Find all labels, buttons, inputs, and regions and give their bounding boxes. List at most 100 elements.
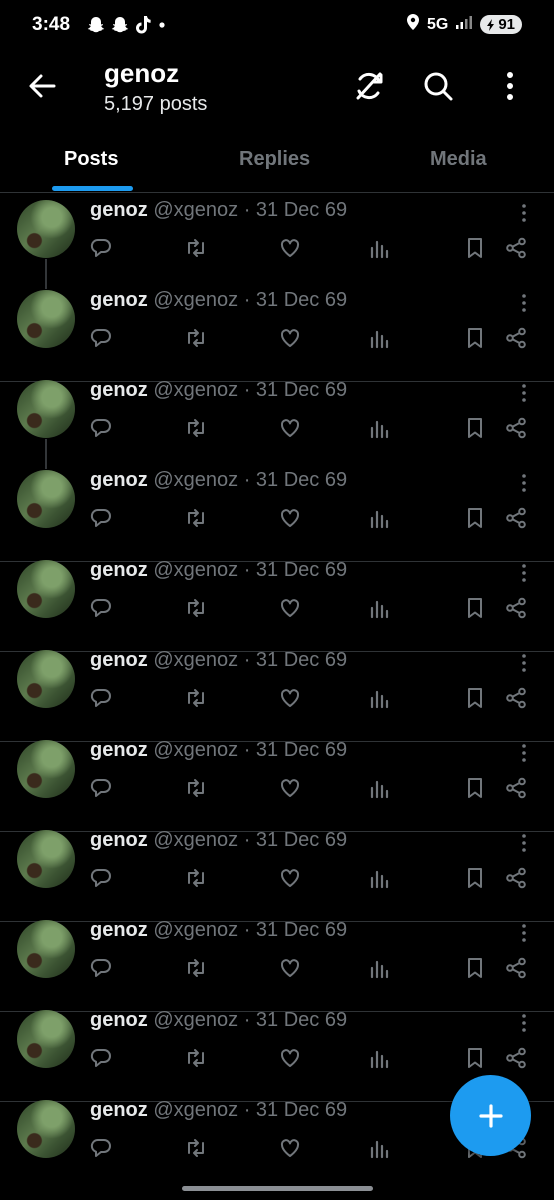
bookmark-icon[interactable] bbox=[462, 505, 488, 531]
post-more-icon[interactable] bbox=[516, 563, 532, 583]
post-more-icon[interactable] bbox=[516, 653, 532, 673]
post-item[interactable]: genoz @xgenoz · 31 Dec 69 bbox=[0, 379, 554, 471]
share-icon[interactable] bbox=[503, 775, 529, 801]
reply-icon[interactable] bbox=[88, 775, 114, 801]
bookmark-icon[interactable] bbox=[462, 415, 488, 441]
bookmark-icon[interactable] bbox=[462, 235, 488, 261]
repost-icon[interactable] bbox=[183, 415, 209, 441]
post-more-icon[interactable] bbox=[516, 473, 532, 493]
more-vertical-icon[interactable] bbox=[490, 66, 530, 106]
share-icon[interactable] bbox=[503, 865, 529, 891]
author-name[interactable]: genoz bbox=[90, 649, 148, 671]
reply-icon[interactable] bbox=[88, 505, 114, 531]
post-item[interactable]: genoz @xgenoz · 31 Dec 69 bbox=[0, 289, 554, 382]
author-name[interactable]: genoz bbox=[90, 829, 148, 851]
views-icon[interactable] bbox=[367, 775, 393, 801]
author-name[interactable]: genoz bbox=[90, 289, 148, 311]
reply-icon[interactable] bbox=[88, 955, 114, 981]
post-more-icon[interactable] bbox=[516, 383, 532, 403]
like-icon[interactable] bbox=[277, 1135, 303, 1161]
reply-icon[interactable] bbox=[88, 1045, 114, 1071]
like-icon[interactable] bbox=[277, 955, 303, 981]
views-icon[interactable] bbox=[367, 505, 393, 531]
author-name[interactable]: genoz bbox=[90, 739, 148, 761]
share-icon[interactable] bbox=[503, 1045, 529, 1071]
author-name[interactable]: genoz bbox=[90, 1099, 148, 1121]
author-name[interactable]: genoz bbox=[90, 199, 148, 221]
post-item[interactable]: genoz @xgenoz · 31 Dec 69 bbox=[0, 739, 554, 832]
post-more-icon[interactable] bbox=[516, 203, 532, 223]
post-feed[interactable]: genoz @xgenoz · 31 Dec 69 genoz @xgenoz ·… bbox=[0, 193, 554, 1200]
repost-icon[interactable] bbox=[183, 1135, 209, 1161]
reply-icon[interactable] bbox=[88, 1135, 114, 1161]
reply-icon[interactable] bbox=[88, 415, 114, 441]
like-icon[interactable] bbox=[277, 1045, 303, 1071]
reply-icon[interactable] bbox=[88, 595, 114, 621]
author-name[interactable]: genoz bbox=[90, 469, 148, 491]
like-icon[interactable] bbox=[277, 685, 303, 711]
post-more-icon[interactable] bbox=[516, 833, 532, 853]
views-icon[interactable] bbox=[367, 685, 393, 711]
repost-icon[interactable] bbox=[183, 955, 209, 981]
post-more-icon[interactable] bbox=[516, 923, 532, 943]
like-icon[interactable] bbox=[277, 775, 303, 801]
repost-icon[interactable] bbox=[183, 775, 209, 801]
post-more-icon[interactable] bbox=[516, 293, 532, 313]
post-more-icon[interactable] bbox=[516, 1013, 532, 1033]
post-item[interactable]: genoz @xgenoz · 31 Dec 69 bbox=[0, 199, 554, 291]
reply-icon[interactable] bbox=[88, 865, 114, 891]
author-name[interactable]: genoz bbox=[90, 919, 148, 941]
bookmark-icon[interactable] bbox=[462, 325, 488, 351]
repost-icon[interactable] bbox=[183, 595, 209, 621]
views-icon[interactable] bbox=[367, 595, 393, 621]
views-icon[interactable] bbox=[367, 325, 393, 351]
like-icon[interactable] bbox=[277, 325, 303, 351]
bookmark-icon[interactable] bbox=[462, 775, 488, 801]
post-item[interactable]: genoz @xgenoz · 31 Dec 69 bbox=[0, 469, 554, 562]
repost-icon[interactable] bbox=[183, 505, 209, 531]
post-item[interactable]: genoz @xgenoz · 31 Dec 69 bbox=[0, 919, 554, 1012]
back-arrow-icon[interactable] bbox=[24, 68, 60, 104]
share-icon[interactable] bbox=[503, 685, 529, 711]
views-icon[interactable] bbox=[367, 955, 393, 981]
like-icon[interactable] bbox=[277, 415, 303, 441]
share-icon[interactable] bbox=[503, 955, 529, 981]
tab-media[interactable]: Media bbox=[430, 148, 487, 171]
repost-icon[interactable] bbox=[183, 685, 209, 711]
like-icon[interactable] bbox=[277, 505, 303, 531]
reply-icon[interactable] bbox=[88, 685, 114, 711]
bookmark-icon[interactable] bbox=[462, 1045, 488, 1071]
tab-posts[interactable]: Posts bbox=[64, 148, 118, 171]
share-icon[interactable] bbox=[503, 325, 529, 351]
share-icon[interactable] bbox=[503, 415, 529, 441]
share-icon[interactable] bbox=[503, 505, 529, 531]
author-name[interactable]: genoz bbox=[90, 379, 148, 401]
bookmark-icon[interactable] bbox=[462, 955, 488, 981]
reply-icon[interactable] bbox=[88, 235, 114, 261]
views-icon[interactable] bbox=[367, 865, 393, 891]
search-icon[interactable] bbox=[418, 66, 458, 106]
share-icon[interactable] bbox=[503, 235, 529, 261]
views-icon[interactable] bbox=[367, 235, 393, 261]
like-icon[interactable] bbox=[277, 865, 303, 891]
author-name[interactable]: genoz bbox=[90, 559, 148, 581]
bookmark-icon[interactable] bbox=[462, 685, 488, 711]
share-icon[interactable] bbox=[503, 595, 529, 621]
compose-button[interactable] bbox=[450, 1075, 531, 1156]
like-icon[interactable] bbox=[277, 595, 303, 621]
post-more-icon[interactable] bbox=[516, 743, 532, 763]
sync-off-icon[interactable] bbox=[349, 66, 389, 106]
post-item[interactable]: genoz @xgenoz · 31 Dec 69 bbox=[0, 649, 554, 742]
tab-replies[interactable]: Replies bbox=[239, 148, 310, 171]
repost-icon[interactable] bbox=[183, 1045, 209, 1071]
post-item[interactable]: genoz @xgenoz · 31 Dec 69 bbox=[0, 829, 554, 922]
post-item[interactable]: genoz @xgenoz · 31 Dec 69 bbox=[0, 559, 554, 652]
bookmark-icon[interactable] bbox=[462, 595, 488, 621]
repost-icon[interactable] bbox=[183, 235, 209, 261]
repost-icon[interactable] bbox=[183, 865, 209, 891]
repost-icon[interactable] bbox=[183, 325, 209, 351]
like-icon[interactable] bbox=[277, 235, 303, 261]
bookmark-icon[interactable] bbox=[462, 865, 488, 891]
views-icon[interactable] bbox=[367, 1045, 393, 1071]
author-name[interactable]: genoz bbox=[90, 1009, 148, 1031]
